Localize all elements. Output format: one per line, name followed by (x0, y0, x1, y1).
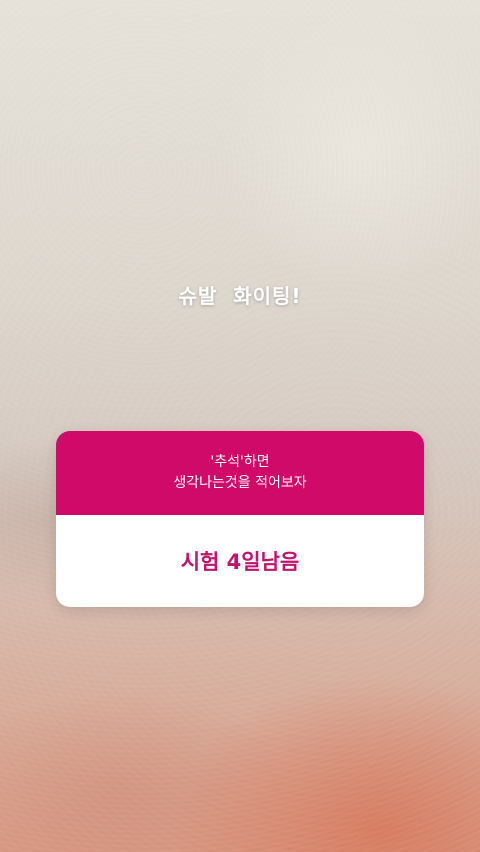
question-prompt-line-2: 생각나는것을 적어보자 (173, 475, 307, 491)
background-texture (0, 0, 480, 852)
question-prompt-line-1: '추석'하면 (210, 454, 270, 470)
question-sticker[interactable]: '추석'하면 생각나는것을 적어보자 시험 4일남음 (56, 431, 424, 607)
story-caption-text[interactable]: 슈발 화이팅! (0, 280, 480, 309)
question-answer-area[interactable]: 시험 4일남음 (56, 515, 424, 607)
question-sticker-header: '추석'하면 생각나는것을 적어보자 (56, 431, 424, 515)
question-answer-text: 시험 4일남음 (180, 550, 300, 574)
